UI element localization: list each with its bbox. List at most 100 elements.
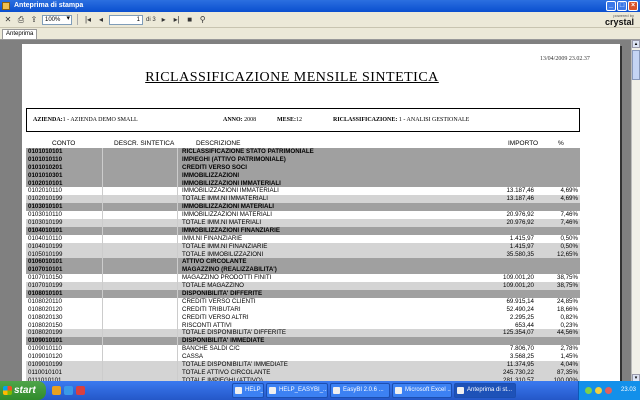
taskbar-task[interactable]: Anteprima di st... bbox=[454, 383, 516, 398]
clock: 23.03 bbox=[620, 387, 636, 393]
row-descrizione: MAGAZZINO PRODOTTI FINITI bbox=[182, 274, 272, 282]
row-sintetica bbox=[102, 171, 178, 180]
first-page-icon[interactable]: |◂ bbox=[83, 15, 93, 25]
row-descrizione: IMMOBILIZZAZIONI IMMATERIALI bbox=[182, 179, 281, 187]
quicklaunch-browser-icon[interactable] bbox=[64, 386, 73, 395]
taskbar-task[interactable]: Microsoft Excel ... bbox=[392, 383, 452, 398]
anno-field: ANNO: 2008 bbox=[223, 117, 257, 123]
scroll-up-icon[interactable]: ▴ bbox=[632, 40, 640, 48]
export-icon[interactable]: ⇪ bbox=[29, 15, 39, 25]
row-importo: 11.374,95 bbox=[506, 361, 534, 369]
row-descrizione: DISPONIBILITA' DIFFERITE bbox=[182, 290, 263, 298]
row-sintetica bbox=[102, 211, 178, 220]
row-sintetica bbox=[102, 242, 178, 251]
row-sintetica bbox=[102, 226, 178, 235]
print-icon[interactable]: ⎙ bbox=[16, 15, 26, 25]
row-importo: 13.187,46 bbox=[506, 195, 534, 203]
scroll-thumb[interactable] bbox=[632, 50, 640, 80]
volume-icon[interactable] bbox=[595, 387, 602, 394]
row-sintetica bbox=[102, 337, 178, 346]
system-tray: 23.03 bbox=[578, 381, 640, 400]
vertical-scrollbar[interactable]: ▴ ▾ bbox=[631, 40, 640, 381]
row-sintetica bbox=[102, 258, 178, 267]
row-conto: 0109010110 bbox=[28, 345, 62, 353]
row-descrizione: IMMOBILIZZAZIONI IMMATERIALI bbox=[182, 187, 279, 195]
row-sintetica bbox=[102, 290, 178, 298]
table-row: 0108020150 RISCONTI ATTIVI 653,44 0,23% bbox=[26, 321, 580, 330]
maximize-button[interactable]: □ bbox=[617, 1, 627, 11]
close-view-icon[interactable]: ✕ bbox=[3, 15, 13, 25]
row-importo: 109.001,20 bbox=[503, 274, 534, 282]
row-conto: 0101010110 bbox=[28, 155, 63, 163]
scroll-down-icon[interactable]: ▾ bbox=[632, 374, 640, 381]
security-icon[interactable] bbox=[605, 387, 612, 394]
row-conto: 0104010110 bbox=[28, 234, 62, 242]
taskbar: start HELP_EASYBI...HELP_EASYBI_...EasyB… bbox=[0, 381, 640, 400]
row-sintetica bbox=[102, 266, 178, 275]
azienda-field: AZIENDA:1 - AZIENDA DEMO SMALL bbox=[33, 117, 138, 123]
row-conto: 0110010101 bbox=[28, 368, 62, 376]
quicklaunch-app-icon[interactable] bbox=[76, 386, 85, 395]
toolbar: ✕ ⎙ ⇪ 100% |◂ ◂ 1 di 3 ▸ ▸| ■ ⚲ bbox=[0, 12, 640, 28]
row-perc: 38,75% bbox=[557, 274, 578, 282]
table-row: 0108020130 CREDITI VERSO ALTRI 2.295,25 0,8… bbox=[26, 313, 580, 322]
window-titlebar[interactable]: Anteprima di stampa _ □ × bbox=[0, 0, 640, 12]
table-row: 0101010201 CREDITI VERSO SOCI bbox=[26, 163, 580, 172]
tab-anteprima[interactable]: Anteprima bbox=[2, 29, 38, 39]
row-conto: 0101010101 bbox=[28, 148, 63, 155]
page-number-input[interactable]: 1 bbox=[109, 14, 143, 25]
start-button[interactable]: start bbox=[0, 381, 46, 400]
row-descrizione: CREDITI VERSO SOCI bbox=[182, 163, 247, 171]
taskbar-task[interactable]: EasyBI 2.0.6 ... bbox=[330, 383, 390, 398]
next-page-icon[interactable]: ▸ bbox=[159, 15, 169, 25]
row-conto: 0107010150 bbox=[28, 274, 63, 282]
table-row: 0103010101 IMMOBILIZZAZIONI MATERIALI bbox=[26, 203, 580, 212]
table-row: 0104010110 IMM.NI FINANZIARIE 1.415,97 0,50… bbox=[26, 234, 580, 243]
row-sintetica bbox=[102, 148, 178, 156]
table-row: 0105010199 TOTALE IMMOBILIZZAZIONI 35.580,… bbox=[26, 250, 580, 259]
row-descrizione: RICLASSIFICAZIONE STATO PATRIMONIALE bbox=[182, 148, 314, 155]
minimize-button[interactable]: _ bbox=[606, 1, 616, 11]
prev-page-icon[interactable]: ◂ bbox=[96, 15, 106, 25]
table-row: 0107010101 MAGAZZINO (REALIZZABILITA') bbox=[26, 266, 580, 275]
last-page-icon[interactable]: ▸| bbox=[172, 15, 182, 25]
network-icon[interactable] bbox=[585, 387, 592, 394]
row-conto: 0104010199 bbox=[28, 242, 63, 250]
row-descrizione: IMMOBILIZZAZIONI bbox=[182, 171, 240, 179]
row-sintetica bbox=[102, 345, 178, 354]
stop-icon[interactable]: ■ bbox=[185, 15, 195, 25]
row-sintetica bbox=[102, 353, 178, 362]
row-perc: 87,35% bbox=[557, 368, 578, 376]
row-descrizione: IMPIEGHI (ATTIVO PATRIMONIALE) bbox=[182, 155, 286, 163]
row-perc: 38,75% bbox=[557, 282, 578, 290]
row-conto: 0101010301 bbox=[28, 171, 63, 179]
search-icon[interactable]: ⚲ bbox=[198, 15, 208, 25]
quicklaunch-folder-icon[interactable] bbox=[52, 386, 61, 395]
row-conto: 0108020150 bbox=[28, 321, 63, 329]
table-row: 0109010120 CASSA 3.568,25 1,45% bbox=[26, 353, 580, 362]
toolbar-separator bbox=[77, 14, 78, 25]
taskbar-task[interactable]: HELP_EASYBI_... bbox=[266, 383, 328, 398]
table-row: 0102010110 IMMOBILIZZAZIONI IMMATERIALI 13… bbox=[26, 187, 580, 196]
row-sintetica bbox=[102, 329, 178, 338]
close-button[interactable]: × bbox=[628, 1, 638, 11]
report-page: 13/04/2009 23.02.37 RICLASSIFICAZIONE ME… bbox=[22, 44, 620, 381]
row-perc: 0,23% bbox=[560, 321, 578, 329]
row-conto: 0102010101 bbox=[28, 179, 63, 187]
taskbar-task[interactable]: HELP_EASYBI... bbox=[232, 383, 264, 398]
row-descrizione: IMMOBILIZZAZIONI FINANZIARIE bbox=[182, 226, 280, 234]
report-info-box: AZIENDA:1 - AZIENDA DEMO SMALL ANNO: 200… bbox=[26, 108, 580, 132]
zoom-select[interactable]: 100% bbox=[42, 14, 72, 25]
row-conto: 0108020130 bbox=[28, 313, 63, 321]
row-perc: 12,65% bbox=[557, 250, 578, 258]
row-descrizione: MAGAZZINO (REALIZZABILITA') bbox=[182, 266, 277, 274]
row-importo: 2.295,25 bbox=[509, 313, 534, 321]
table-row: 0103010199 TOTALE IMM.NI MATERIALI 20.976,… bbox=[26, 219, 580, 227]
row-perc: 4,69% bbox=[560, 195, 578, 203]
row-importo: 653,44 bbox=[515, 321, 534, 329]
row-importo: 20.976,92 bbox=[506, 219, 534, 227]
row-conto: 0109010199 bbox=[28, 361, 63, 369]
row-descrizione: TOTALE DISPONIBILITA' DIFFERITE bbox=[182, 329, 286, 337]
row-perc: 0,50% bbox=[560, 234, 578, 242]
row-sintetica bbox=[102, 195, 178, 204]
